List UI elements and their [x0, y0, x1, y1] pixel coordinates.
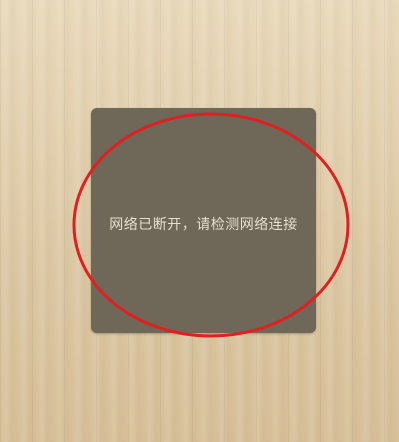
app-screen: 网络已断开，请检测网络连接 — [0, 0, 399, 442]
network-error-message: 网络已断开，请检测网络连接 — [109, 216, 298, 233]
network-error-toast: 网络已断开，请检测网络连接 — [91, 108, 316, 333]
